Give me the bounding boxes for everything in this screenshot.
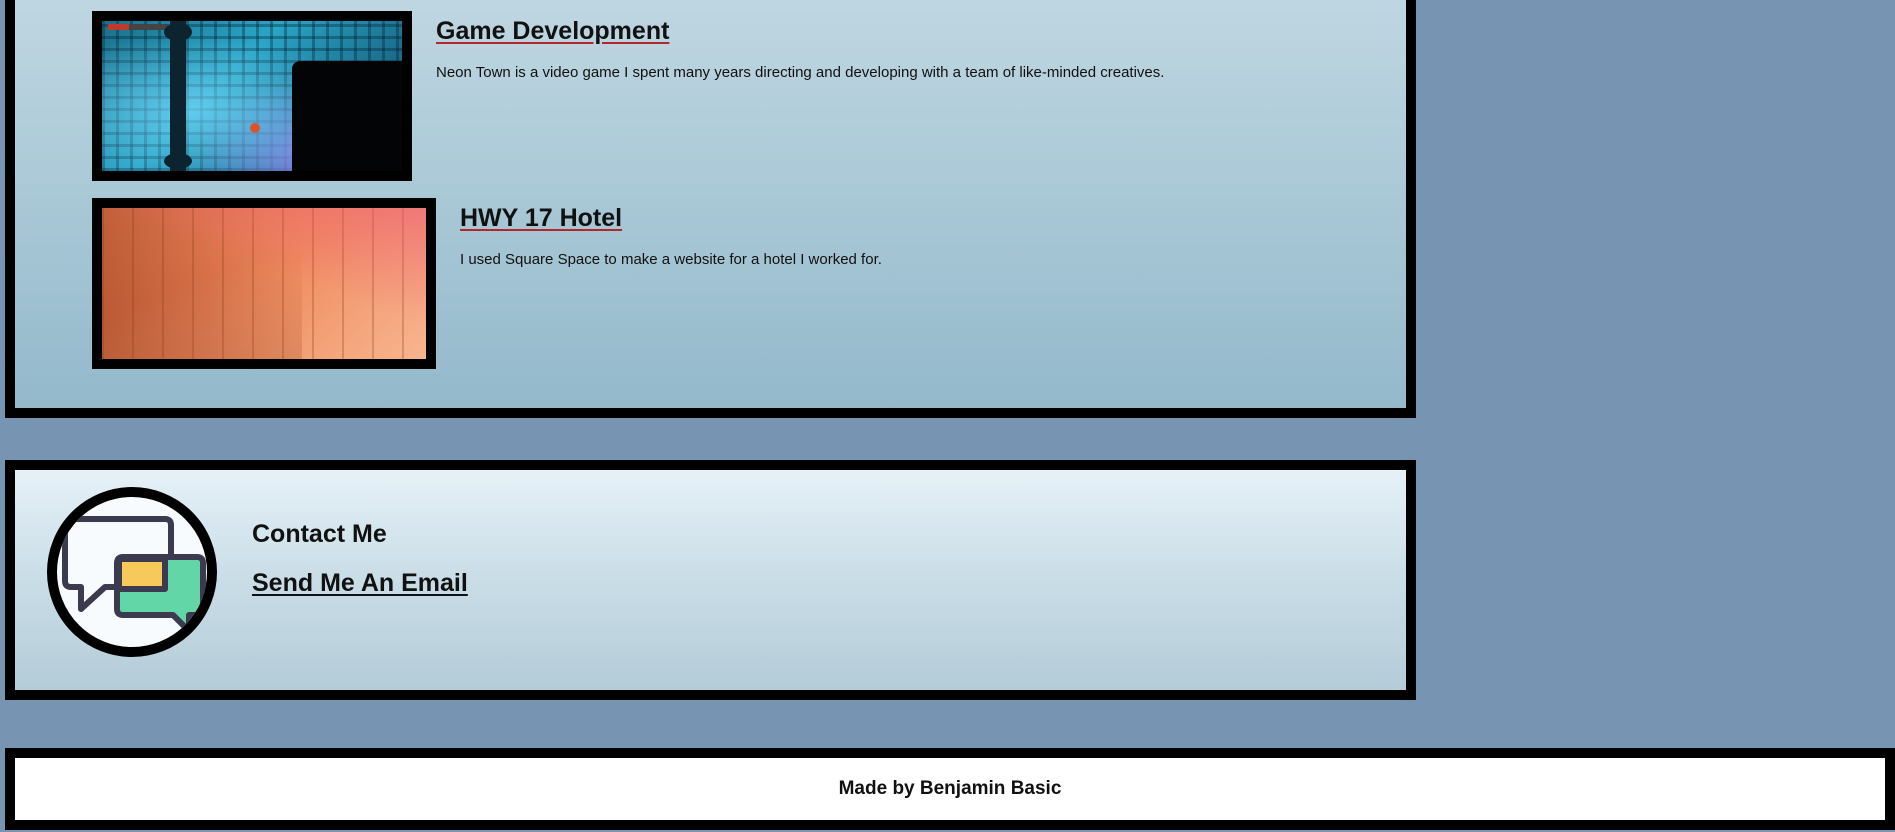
game-pillar [170, 21, 186, 171]
project-title-link[interactable]: HWY 17 Hotel [460, 204, 622, 233]
page: Game Development Neon Town is a video ga… [0, 0, 1895, 832]
game-character [250, 123, 260, 133]
contact-heading: Contact Me [252, 520, 387, 548]
project-description: Neon Town is a video game I spent many y… [436, 64, 1165, 81]
game-hud-bar [108, 24, 168, 30]
project-description: I used Square Space to make a website fo… [460, 251, 882, 268]
contact-section: Contact Me Send Me An Email [5, 460, 1416, 700]
projects-section: Game Development Neon Town is a video ga… [5, 0, 1416, 418]
game-shadow-block [292, 61, 402, 171]
chat-bubbles-icon [47, 487, 217, 657]
project-info: Game Development Neon Town is a video ga… [436, 11, 1164, 81]
project-thumbnail-hwy17-hotel[interactable] [92, 198, 436, 369]
game-pillar-bottom [164, 153, 192, 169]
project-thumbnail-game-development[interactable] [92, 11, 412, 181]
chat-bubbles-icon-graphic [62, 516, 206, 634]
game-pillar-top [164, 23, 192, 41]
footer-credit: Made by Benjamin Basic [838, 778, 1062, 799]
contact-text: Contact Me Send Me An Email [252, 520, 468, 598]
project-title-link[interactable]: Game Development [436, 17, 669, 46]
send-email-link[interactable]: Send Me An Email [252, 569, 468, 598]
project-info: HWY 17 Hotel I used Square Space to make… [460, 198, 882, 268]
footer: Made by Benjamin Basic [5, 748, 1895, 830]
project-item-hwy17-hotel: HWY 17 Hotel I used Square Space to make… [92, 198, 882, 369]
project-item-game-development: Game Development Neon Town is a video ga… [92, 11, 1164, 181]
hotel-wall [102, 208, 302, 359]
